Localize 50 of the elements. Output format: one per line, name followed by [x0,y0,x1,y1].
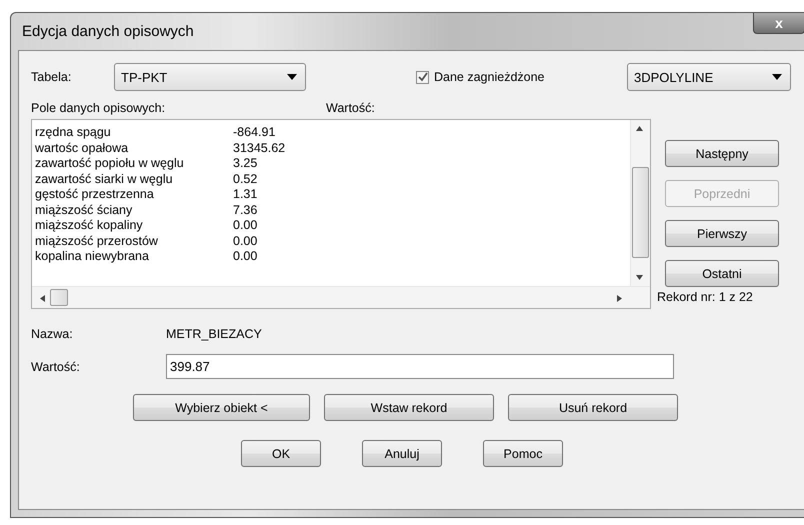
caret-icon [772,74,782,80]
checkbox-label: Dane zagnieżdżone [434,70,544,84]
scroll-left-icon[interactable] [40,295,45,302]
record-button[interactable]: Wstaw rekord [324,394,494,421]
nav-button[interactable]: Następny [665,140,779,167]
caret-icon [287,74,297,80]
window-title: Edycja danych opisowych [21,23,194,40]
table-label: Tabela: [31,70,72,84]
dialog-button[interactable]: OK [241,440,321,467]
field-value: 31345.62 [233,140,286,156]
field-value: 0.00 [233,249,258,264]
field-value: -864.91 [233,125,276,140]
scroll-down-icon[interactable] [636,275,643,280]
name-label: Nazwa: [31,327,74,341]
scroll-right-icon[interactable] [617,295,622,302]
scroll-thumb[interactable] [632,167,649,258]
field-value: 0.52 [233,172,258,187]
column-header: Wartość: [326,101,375,117]
field-name: zawartość popiołu w węglu [35,156,185,172]
field-value: 7.36 [233,202,258,218]
dialog-button[interactable]: Anuluj [362,440,442,467]
record-button[interactable]: Wybierz obiekt < [133,394,310,421]
scroll-thumb[interactable] [50,289,68,306]
field-name: wartośc opałowa [35,140,130,156]
nested-checkbox[interactable] [416,70,429,84]
scroll-up-icon[interactable] [636,126,643,131]
value-field[interactable]: 399.87 [166,354,674,379]
horizontal-scrollbar[interactable] [32,286,650,308]
table-dropdown[interactable]: TP-PKT [114,63,306,91]
value-label: Wartość: [31,360,81,374]
dialog-button[interactable]: Pomoc [483,440,563,467]
name-value: METR_BIEZACY [166,327,262,341]
field-value: 1.31 [233,187,258,202]
field-name: miąższość kopaliny [35,218,144,234]
field-name: rzędna spągu [35,125,112,140]
record-button[interactable]: Usuń rekord [508,394,678,421]
nav-button[interactable]: Ostatni [665,260,779,287]
column-header: Pole danych opisowych: [31,101,166,117]
record-counter: Rekord nr: 1 z 22 [657,290,753,304]
field-name: zawartość siarki w węglu [35,172,174,187]
type-dropdown[interactable]: 3DPOLYLINE [627,63,791,91]
field-name: miąższość przerostów [35,234,159,249]
nav-button[interactable]: Pierwszy [665,220,779,247]
field-name: kopalina niewybrana [35,249,150,264]
field-name: gęstość przestrzenna [35,187,155,202]
vertical-scrollbar[interactable] [630,120,650,286]
field-value: 0.00 [233,234,258,249]
field-value: 3.25 [233,156,258,172]
field-value: 0.00 [233,218,258,234]
field-name: miąższość ściany [35,202,134,218]
